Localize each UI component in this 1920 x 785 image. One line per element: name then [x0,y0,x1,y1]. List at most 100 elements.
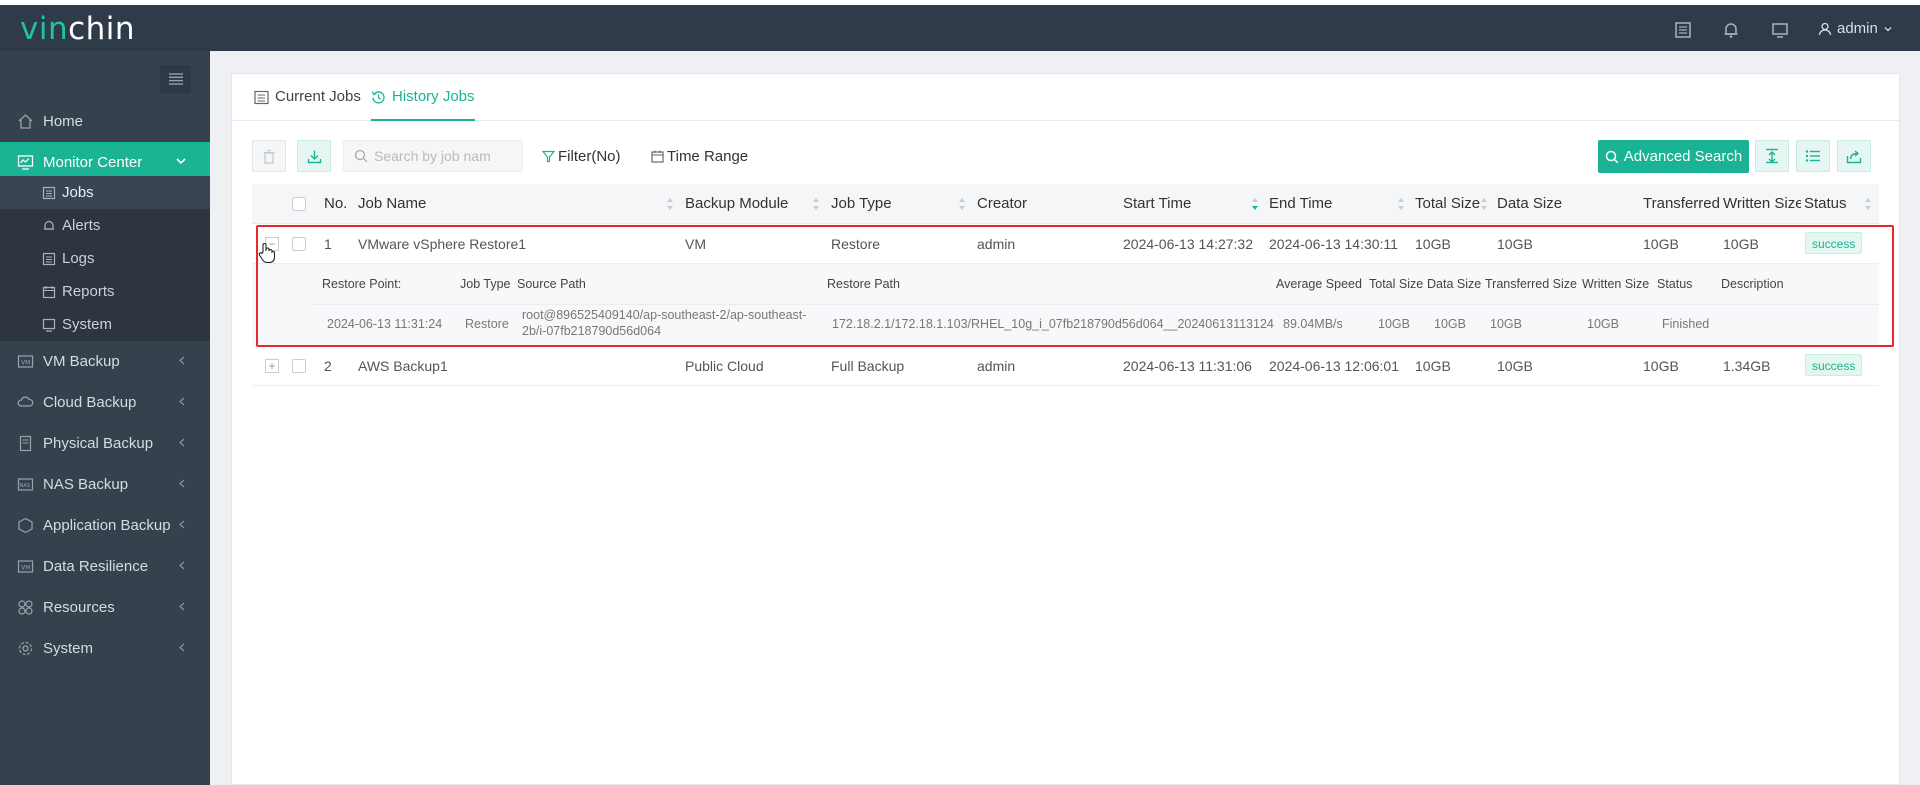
status-badge: success [1805,354,1863,376]
column-total-size[interactable]: Total Size [1415,195,1480,212]
column-status[interactable]: Status [1804,195,1847,212]
delete-button[interactable] [252,140,286,172]
row-checkbox[interactable] [292,359,306,373]
column-backup-module[interactable]: Backup Module [685,195,788,212]
monitor-center-submenu: Jobs Alerts Logs Reports System [0,176,210,341]
detail-source-path-line2: 2b/i-07fb218790d56d064 [522,324,662,338]
chevron-left-icon [179,479,185,488]
share-icon [1846,149,1862,163]
gear-icon [18,641,33,656]
column-end-time[interactable]: End Time [1269,195,1332,212]
cell-creator: admin [977,236,1016,252]
tab-current-jobs[interactable]: Current Jobs [254,88,361,121]
detail-written-size: 10GB [1587,317,1619,331]
bell-icon[interactable] [1720,19,1742,41]
chevron-down-icon [1884,26,1892,31]
monitor-icon[interactable] [1769,19,1791,41]
sidebar-item-data-resilience[interactable]: VM Data Resilience [0,546,210,587]
cloud-icon [17,396,34,407]
expand-row-button[interactable]: + [265,359,279,373]
sidebar-item-application-backup[interactable]: Application Backup [0,505,210,546]
time-range-button[interactable]: Time Range [651,148,748,165]
sidebar-item-cloud-backup[interactable]: Cloud Backup [0,382,210,423]
cell-end-time: 2024-06-13 12:06:01 [1269,358,1399,374]
cell-start-time: 2024-06-13 14:27:32 [1123,236,1253,252]
sidebar-subitem-system[interactable]: System [0,308,210,341]
column-job-name[interactable]: Job Name [358,195,426,212]
cell-job-name: VMware vSphere Restore1 [358,236,527,252]
advanced-search-button[interactable]: Advanced Search [1598,140,1749,173]
hamburger-icon [168,73,183,85]
sort-icon[interactable] [958,197,966,211]
cell-job-name: AWS Backup1 [358,358,448,374]
detail-job-type: Restore [465,317,509,331]
column-data-size: Data Size [1497,195,1563,212]
sidebar-subitem-alerts[interactable]: Alerts [0,209,210,242]
logs-icon [42,252,56,265]
sidebar-collapse-button[interactable] [160,65,191,93]
list-icon[interactable] [1672,19,1694,41]
vm-icon: VM [17,355,34,368]
detail-header-job-type: Job Type [460,277,511,291]
column-settings-button[interactable] [1796,140,1830,172]
column-no: No. [324,195,348,212]
calendar-icon [651,150,664,163]
column-job-type[interactable]: Job Type [831,195,892,212]
job-detail-panel: Restore Point: Job Type Source Path Rest… [252,264,1879,346]
jobs-icon [42,186,56,199]
sidebar-subitem-logs[interactable]: Logs [0,242,210,275]
sidebar-subitem-reports[interactable]: Reports [0,275,210,308]
cell-job-type: Full Backup [831,358,905,374]
download-button[interactable] [297,140,331,172]
sort-icon[interactable] [812,197,820,211]
user-menu[interactable]: admin [1818,20,1893,37]
search-input[interactable] [374,148,514,164]
cell-total-size: 10GB [1415,358,1451,374]
sort-desc-icon[interactable] [1251,197,1259,211]
row-checkbox[interactable] [292,237,306,251]
export-top-button[interactable] [1755,140,1789,172]
sidebar-item-resources[interactable]: Resources [0,587,210,628]
reports-icon [42,285,56,298]
list-icon [254,90,269,105]
list-settings-icon [1805,150,1820,162]
select-all-checkbox[interactable] [292,197,306,211]
nas-icon: NAS [17,478,34,491]
table-row[interactable]: − 1 VMware vSphere Restore1 VM Restore a… [252,224,1879,264]
detail-header-average-speed: Average Speed [1276,277,1362,291]
history-icon [371,91,385,104]
sidebar-item-vm-backup[interactable]: VM VM Backup [0,341,210,382]
sidebar-item-system[interactable]: System [0,628,210,669]
cell-written-size: 10GB [1723,236,1759,252]
cell-creator: admin [977,358,1016,374]
table-row[interactable]: + 2 AWS Backup1 Public Cloud Full Backup… [252,346,1879,386]
cell-no: 1 [324,236,332,252]
hand-cursor-icon [258,243,276,264]
column-start-time[interactable]: Start Time [1123,195,1191,212]
sort-icon[interactable] [1480,197,1488,211]
chevron-left-icon [179,356,185,365]
sort-icon[interactable] [1397,197,1405,211]
sidebar-item-physical-backup[interactable]: Physical Backup [0,423,210,464]
cell-data-size: 10GB [1497,358,1533,374]
home-icon [18,114,33,129]
monitor-center-icon [17,155,34,170]
filter-button[interactable]: Filter(No) [542,148,621,165]
detail-restore-point: 2024-06-13 11:31:24 [327,317,443,331]
sidebar-subitem-jobs[interactable]: Jobs [0,176,210,209]
vinchin-logo[interactable]: vinchin [20,11,135,47]
tab-history-jobs[interactable]: History Jobs [371,88,475,121]
sidebar: Home Monitor Center Jobs Alerts Logs Rep… [0,51,210,785]
cell-written-size: 1.34GB [1723,358,1771,374]
chevron-left-icon [179,520,185,529]
detail-header-status: Status [1657,277,1693,291]
filter-icon [542,150,555,163]
cell-transferred: 10GB [1643,358,1679,374]
share-button[interactable] [1837,140,1871,172]
alert-bell-icon [44,220,54,230]
sort-icon[interactable] [666,197,674,211]
main-panel: Current Jobs History Jobs Filter(No) Tim… [231,73,1900,785]
sidebar-item-home[interactable]: Home [0,101,210,142]
sidebar-item-nas-backup[interactable]: NAS NAS Backup [0,464,210,505]
sort-icon[interactable] [1864,197,1872,211]
